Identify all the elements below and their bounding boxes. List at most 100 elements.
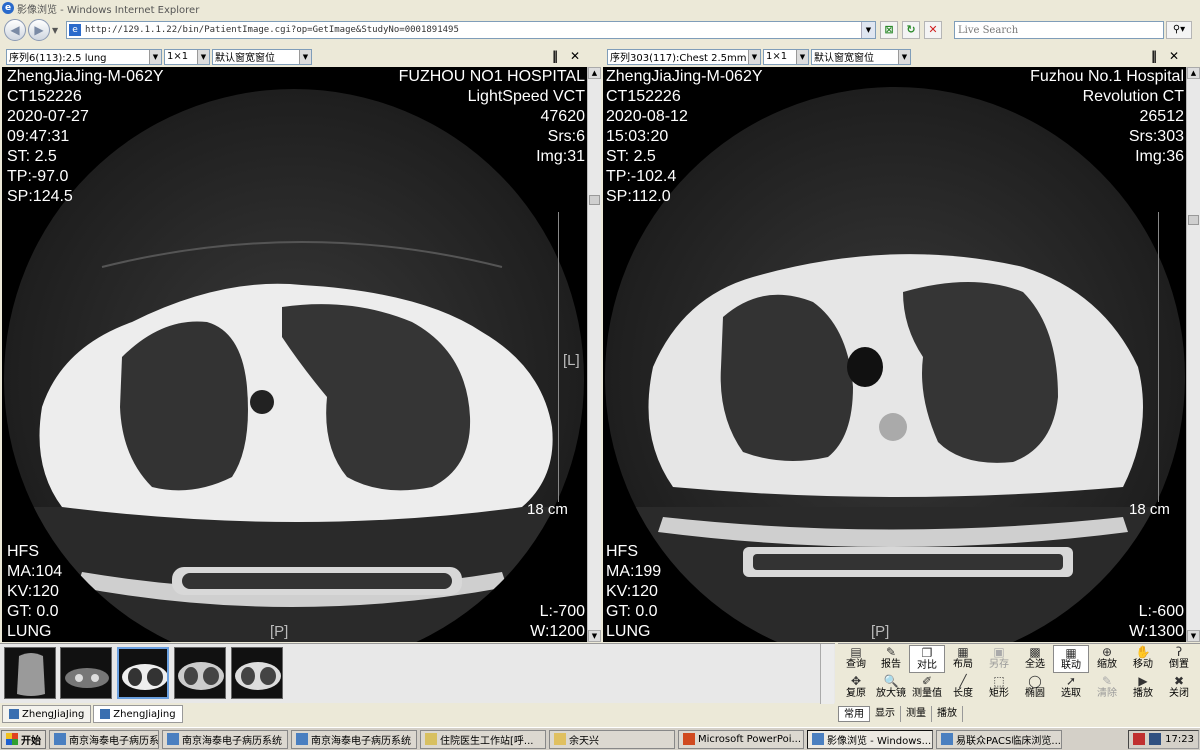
overlay-line: 2020-07-27 (7, 108, 89, 125)
overlay-line: CT152226 (606, 88, 681, 105)
clock[interactable]: 17:23 (1165, 734, 1194, 745)
viewer-right[interactable]: 序列303(117):Chest 2.5mm ▼ 1×1 ▼ 默认窗宽窗位 ▼ ‖ ✕ (603, 46, 1200, 642)
overlay-line: Img:31 (536, 148, 585, 165)
thumbnail-scrollbar[interactable] (820, 644, 834, 704)
taskbar-item[interactable]: 南京海泰电子病历系统 (162, 729, 288, 749)
ct-image-left[interactable]: ZhengJiaJing-M-062Y CT152226 2020-07-27 … (2, 67, 587, 642)
scroll-thumb[interactable] (589, 195, 600, 205)
reset-button[interactable]: ✥ 复原 (838, 674, 874, 702)
taskbar-item[interactable]: 易联众PACS临床浏览... (936, 729, 1062, 749)
overlay-line: TP:-102.4 (606, 168, 677, 185)
stop-button[interactable]: ✕ (924, 21, 942, 39)
tool-label: 关闭 (1169, 688, 1189, 699)
taskbar-item-label: 南京海泰电子病历系统 (311, 735, 411, 747)
pacs-browser-window: e 影像浏览 - Windows Internet Explorer ◀ ▶ ▼… (0, 0, 1200, 750)
move-icon: ✥ (850, 674, 862, 688)
overlay-bottom-right-left: L:-700 W:1200 (530, 602, 585, 642)
search-button[interactable]: ⚲▾ (1166, 21, 1192, 39)
ct-image-right[interactable]: ZhengJiaJing-M-062Y CT152226 2020-08-12 … (603, 67, 1186, 642)
close-icon[interactable]: ✕ (1167, 49, 1181, 63)
scroll-up-icon[interactable]: ▲ (588, 67, 601, 79)
overlay-line: W:1300 (1129, 623, 1184, 640)
orientation-bottom-label: [P] (270, 623, 289, 640)
overlay-line: L:-600 (1138, 603, 1184, 620)
save-as-button[interactable]: ▣ 另存 (981, 645, 1017, 673)
series-select-right[interactable]: 序列303(117):Chest 2.5mm ▼ (607, 48, 761, 65)
layout-select-right[interactable]: 1×1 ▼ (763, 48, 809, 65)
viewer-left[interactable]: 序列6(113):2.5 lung ▼ 1×1 ▼ 默认窗宽窗位 ▼ ‖ ✕ Z… (2, 46, 601, 642)
window-select-right[interactable]: 默认窗宽窗位 ▼ (811, 48, 911, 65)
layout-button[interactable]: ▦ 布局 (945, 645, 981, 673)
close-icon[interactable]: ✕ (568, 49, 582, 63)
tray-icon[interactable] (1133, 733, 1146, 745)
series-thumbnail[interactable] (174, 647, 226, 699)
scroll-down-icon[interactable]: ▼ (1187, 630, 1200, 642)
ellipse-button[interactable]: ◯ 椭圆 (1017, 674, 1053, 702)
tab-measure[interactable]: 测量 (901, 706, 932, 722)
taskbar-item[interactable]: Microsoft PowerPoi... (678, 729, 804, 749)
magnifier-button[interactable]: 🔍 放大镜 (873, 674, 909, 702)
tab-playback[interactable]: 播放 (932, 706, 963, 722)
scroll-up-icon[interactable]: ▲ (1187, 67, 1200, 79)
select-all-button[interactable]: ▩ 全选 (1017, 645, 1053, 673)
clear-button[interactable]: ✎ 清除 (1089, 674, 1125, 702)
overlay-line: MA:199 (606, 563, 662, 580)
overlay-line: 26512 (1139, 108, 1185, 125)
tray-icon[interactable] (1149, 733, 1162, 745)
window-select-left[interactable]: 默认窗宽窗位 ▼ (212, 48, 312, 65)
taskbar-item[interactable]: 南京海泰电子病历系统 (49, 729, 159, 749)
app-icon (167, 733, 179, 745)
tool-label: 复原 (846, 688, 866, 699)
taskbar-item[interactable]: 南京海泰电子病历系统 (291, 729, 417, 749)
series-thumbnail[interactable] (231, 647, 283, 699)
pause-icon[interactable]: ‖ (1147, 49, 1161, 63)
refresh-button[interactable]: ↻ (902, 21, 920, 39)
tab-common[interactable]: 常用 (838, 706, 870, 722)
series-thumbnail[interactable] (60, 647, 112, 699)
compare-button[interactable]: ❐ 对比 (909, 645, 945, 673)
tool-label: 放大镜 (876, 688, 906, 699)
address-dropdown-icon[interactable]: ▼ (861, 22, 875, 38)
taskbar-item[interactable]: 住院医生工作站[呼... (420, 729, 546, 749)
taskbar-item[interactable]: 余天兴 (549, 729, 675, 749)
measure-value-button[interactable]: ✐ 测量值 (909, 674, 945, 702)
report-button[interactable]: ✎ 报告 (873, 645, 909, 673)
layout-select-left[interactable]: 1×1 ▼ (164, 48, 210, 65)
series-select-left[interactable]: 序列6(113):2.5 lung ▼ (6, 48, 162, 65)
scroll-thumb[interactable] (1188, 215, 1199, 225)
patient-tab[interactable]: ZhengJiaJing (2, 705, 92, 723)
tab-display[interactable]: 显示 (870, 706, 901, 722)
select-button[interactable]: ➚ 选取 (1053, 674, 1089, 702)
overlay-top-right-left: FUZHOU NO1 HOSPITAL LightSpeed VCT 47620… (399, 67, 585, 167)
address-bar[interactable]: e http://129.1.1.22/bin/PatientImage.cgi… (66, 21, 876, 39)
live-search-input[interactable]: Live Search (954, 21, 1164, 39)
tool-label: 对比 (917, 660, 937, 671)
back-button[interactable]: ◀ (4, 19, 26, 41)
history-dropdown-icon[interactable]: ▼ (52, 26, 62, 35)
length-button[interactable]: ╱ 长度 (945, 674, 981, 702)
tool-label: 布局 (953, 659, 973, 670)
address-url[interactable]: http://129.1.1.22/bin/PatientImage.cgi?o… (85, 25, 459, 35)
pan-button[interactable]: ✋ 移动 (1125, 645, 1161, 673)
viewer-right-scrollbar[interactable]: ▲ ▼ (1186, 67, 1200, 642)
link-button[interactable]: ▦ 联动 (1053, 645, 1089, 673)
series-thumbnail-selected[interactable] (117, 647, 169, 699)
close-tool-button[interactable]: ✖ 关闭 (1161, 674, 1197, 702)
rectangle-button[interactable]: ⬚ 矩形 (981, 674, 1017, 702)
taskbar-item-label: 南京海泰电子病历系统 (69, 735, 159, 747)
series-thumbnail[interactable] (4, 647, 56, 699)
scroll-down-icon[interactable]: ▼ (588, 630, 601, 642)
windows-logo-icon (6, 733, 18, 745)
pause-icon[interactable]: ‖ (548, 49, 562, 63)
zoom-button[interactable]: ⊕ 缩放 (1089, 645, 1125, 673)
compat-view-button[interactable]: ⊠ (880, 21, 898, 39)
play-button[interactable]: ▶ 播放 (1125, 674, 1161, 702)
taskbar-item-label: 影像浏览 - Windows... (827, 735, 932, 747)
taskbar-item-active[interactable]: 影像浏览 - Windows... (807, 729, 933, 749)
start-button[interactable]: 开始 (1, 729, 46, 749)
patient-tab-active[interactable]: ZhengJiaJing (93, 705, 183, 723)
forward-button[interactable]: ▶ (28, 19, 50, 41)
query-button[interactable]: ▤ 查询 (838, 645, 874, 673)
invert-button[interactable]: ʔ 倒置 (1161, 645, 1197, 673)
viewer-left-scrollbar[interactable]: ▲ ▼ (587, 67, 601, 642)
